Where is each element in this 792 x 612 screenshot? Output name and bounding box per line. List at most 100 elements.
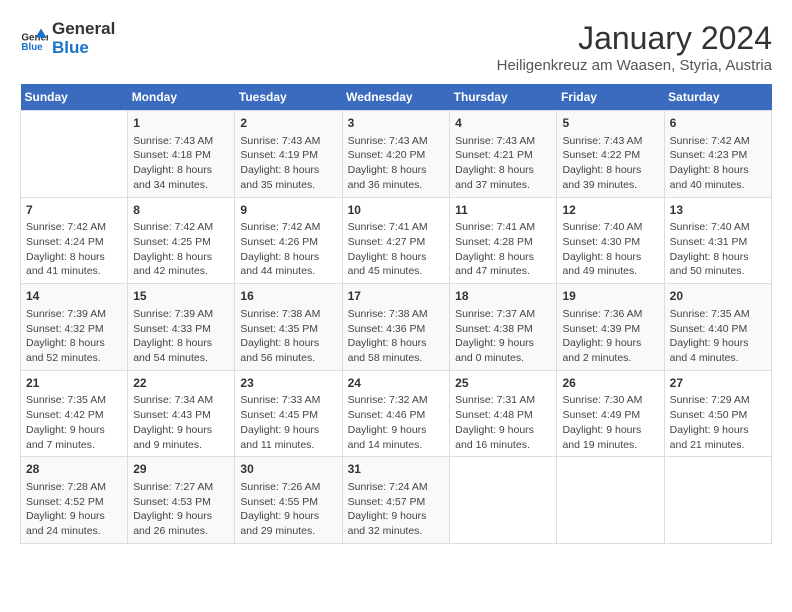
- day-info-line: Sunset: 4:18 PM: [133, 148, 229, 163]
- calendar-cell: 6 Sunrise: 7:42 AMSunset: 4:23 PMDaylight…: [664, 111, 771, 198]
- calendar-cell: 15Sunrise: 7:39 AMSunset: 4:33 PMDayligh…: [128, 284, 235, 371]
- day-info-line: Sunset: 4:42 PM: [26, 408, 122, 423]
- day-info-line: Daylight: 9 hours: [562, 336, 658, 351]
- calendar-cell: 23Sunrise: 7:33 AMSunset: 4:45 PMDayligh…: [235, 370, 342, 457]
- day-info-line: and 45 minutes.: [348, 264, 445, 279]
- day-info-line: Sunrise: 7:34 AM: [133, 393, 229, 408]
- calendar-cell: 4Sunrise: 7:43 AMSunset: 4:21 PMDaylight…: [450, 111, 557, 198]
- day-number: 26: [562, 375, 658, 392]
- calendar-cell: 13Sunrise: 7:40 AMSunset: 4:31 PMDayligh…: [664, 197, 771, 284]
- calendar-table: SundayMondayTuesdayWednesdayThursdayFrid…: [20, 84, 772, 544]
- day-info-line: Sunrise: 7:41 AM: [348, 220, 445, 235]
- day-number: 30: [240, 461, 336, 478]
- day-info-line: Daylight: 8 hours: [670, 163, 766, 178]
- day-info-line: Sunset: 4:21 PM: [455, 148, 551, 163]
- day-number: 28: [26, 461, 122, 478]
- day-info-line: Daylight: 8 hours: [240, 163, 336, 178]
- day-info-line: Sunrise: 7:35 AM: [26, 393, 122, 408]
- day-info-line: Sunset: 4:23 PM: [670, 148, 766, 163]
- day-number: 17: [348, 288, 445, 305]
- day-info-line: Daylight: 9 hours: [455, 336, 551, 351]
- day-info-line: Sunset: 4:20 PM: [348, 148, 445, 163]
- day-info-line: Sunset: 4:19 PM: [240, 148, 336, 163]
- day-number: 1: [133, 115, 229, 132]
- day-info-line: Sunrise: 7:24 AM: [348, 480, 445, 495]
- day-info-line: Sunrise: 7:39 AM: [133, 307, 229, 322]
- day-number: 29: [133, 461, 229, 478]
- calendar-cell: 7Sunrise: 7:42 AMSunset: 4:24 PMDaylight…: [21, 197, 128, 284]
- calendar-header-row: SundayMondayTuesdayWednesdayThursdayFrid…: [21, 84, 772, 111]
- day-number: 5: [562, 115, 658, 132]
- day-info-line: and 24 minutes.: [26, 524, 122, 539]
- day-info-line: Daylight: 8 hours: [133, 250, 229, 265]
- day-info-line: and 2 minutes.: [562, 351, 658, 366]
- day-number: 16: [240, 288, 336, 305]
- day-info-line: and 34 minutes.: [133, 178, 229, 193]
- calendar-cell: 19Sunrise: 7:36 AMSunset: 4:39 PMDayligh…: [557, 284, 664, 371]
- day-info-line: and 58 minutes.: [348, 351, 445, 366]
- day-info-line: and 52 minutes.: [26, 351, 122, 366]
- day-info-line: Sunset: 4:48 PM: [455, 408, 551, 423]
- day-info-line: Sunrise: 7:37 AM: [455, 307, 551, 322]
- day-info-line: and 47 minutes.: [455, 264, 551, 279]
- day-info-line: Sunset: 4:55 PM: [240, 495, 336, 510]
- day-info-line: and 50 minutes.: [670, 264, 766, 279]
- day-of-week-header: Sunday: [21, 84, 128, 111]
- day-info-line: Sunrise: 7:43 AM: [562, 134, 658, 149]
- calendar-cell: 18Sunrise: 7:37 AMSunset: 4:38 PMDayligh…: [450, 284, 557, 371]
- day-number: 6: [670, 115, 766, 132]
- calendar-cell: 27Sunrise: 7:29 AMSunset: 4:50 PMDayligh…: [664, 370, 771, 457]
- calendar-week-row: 14Sunrise: 7:39 AMSunset: 4:32 PMDayligh…: [21, 284, 772, 371]
- calendar-cell: 29Sunrise: 7:27 AMSunset: 4:53 PMDayligh…: [128, 457, 235, 544]
- calendar-cell: 31Sunrise: 7:24 AMSunset: 4:57 PMDayligh…: [342, 457, 450, 544]
- day-info-line: and 54 minutes.: [133, 351, 229, 366]
- day-number: 4: [455, 115, 551, 132]
- calendar-week-row: 7Sunrise: 7:42 AMSunset: 4:24 PMDaylight…: [21, 197, 772, 284]
- day-info-line: Sunset: 4:30 PM: [562, 235, 658, 250]
- day-info-line: Sunrise: 7:31 AM: [455, 393, 551, 408]
- day-number: 25: [455, 375, 551, 392]
- day-info-line: and 29 minutes.: [240, 524, 336, 539]
- calendar-cell: 10Sunrise: 7:41 AMSunset: 4:27 PMDayligh…: [342, 197, 450, 284]
- day-info-line: Daylight: 9 hours: [670, 423, 766, 438]
- day-info-line: Daylight: 8 hours: [133, 163, 229, 178]
- day-info-line: and 16 minutes.: [455, 438, 551, 453]
- day-of-week-header: Thursday: [450, 84, 557, 111]
- day-info-line: Sunset: 4:28 PM: [455, 235, 551, 250]
- day-info-line: and 7 minutes.: [26, 438, 122, 453]
- day-info-line: Sunset: 4:31 PM: [670, 235, 766, 250]
- calendar-cell: 5Sunrise: 7:43 AMSunset: 4:22 PMDaylight…: [557, 111, 664, 198]
- day-info-line: Sunrise: 7:29 AM: [670, 393, 766, 408]
- calendar-week-row: 1Sunrise: 7:43 AMSunset: 4:18 PMDaylight…: [21, 111, 772, 198]
- calendar-cell: 28Sunrise: 7:28 AMSunset: 4:52 PMDayligh…: [21, 457, 128, 544]
- day-info-line: Sunrise: 7:42 AM: [670, 134, 766, 149]
- day-number: 8: [133, 202, 229, 219]
- day-info-line: Sunset: 4:40 PM: [670, 322, 766, 337]
- day-number: 9: [240, 202, 336, 219]
- day-info-line: Sunset: 4:24 PM: [26, 235, 122, 250]
- day-number: 20: [670, 288, 766, 305]
- day-info-line: Sunset: 4:52 PM: [26, 495, 122, 510]
- day-info-line: Daylight: 8 hours: [348, 163, 445, 178]
- day-info-line: Sunrise: 7:40 AM: [670, 220, 766, 235]
- day-info-line: Daylight: 9 hours: [26, 423, 122, 438]
- day-number: 3: [348, 115, 445, 132]
- calendar-cell: 25Sunrise: 7:31 AMSunset: 4:48 PMDayligh…: [450, 370, 557, 457]
- day-number: 11: [455, 202, 551, 219]
- day-info-line: and 36 minutes.: [348, 178, 445, 193]
- calendar-week-row: 28Sunrise: 7:28 AMSunset: 4:52 PMDayligh…: [21, 457, 772, 544]
- day-info-line: Daylight: 8 hours: [455, 250, 551, 265]
- location-subtitle: Heiligenkreuz am Waasen, Styria, Austria: [497, 57, 772, 74]
- day-of-week-header: Wednesday: [342, 84, 450, 111]
- calendar-cell: 30Sunrise: 7:26 AMSunset: 4:55 PMDayligh…: [235, 457, 342, 544]
- day-info-line: and 11 minutes.: [240, 438, 336, 453]
- day-info-line: Sunset: 4:49 PM: [562, 408, 658, 423]
- calendar-cell: 11Sunrise: 7:41 AMSunset: 4:28 PMDayligh…: [450, 197, 557, 284]
- day-info-line: Sunset: 4:38 PM: [455, 322, 551, 337]
- day-info-line: Daylight: 9 hours: [562, 423, 658, 438]
- day-info-line: Daylight: 8 hours: [348, 250, 445, 265]
- day-info-line: Daylight: 9 hours: [455, 423, 551, 438]
- day-info-line: Daylight: 8 hours: [26, 250, 122, 265]
- day-number: 22: [133, 375, 229, 392]
- day-info-line: Sunrise: 7:42 AM: [240, 220, 336, 235]
